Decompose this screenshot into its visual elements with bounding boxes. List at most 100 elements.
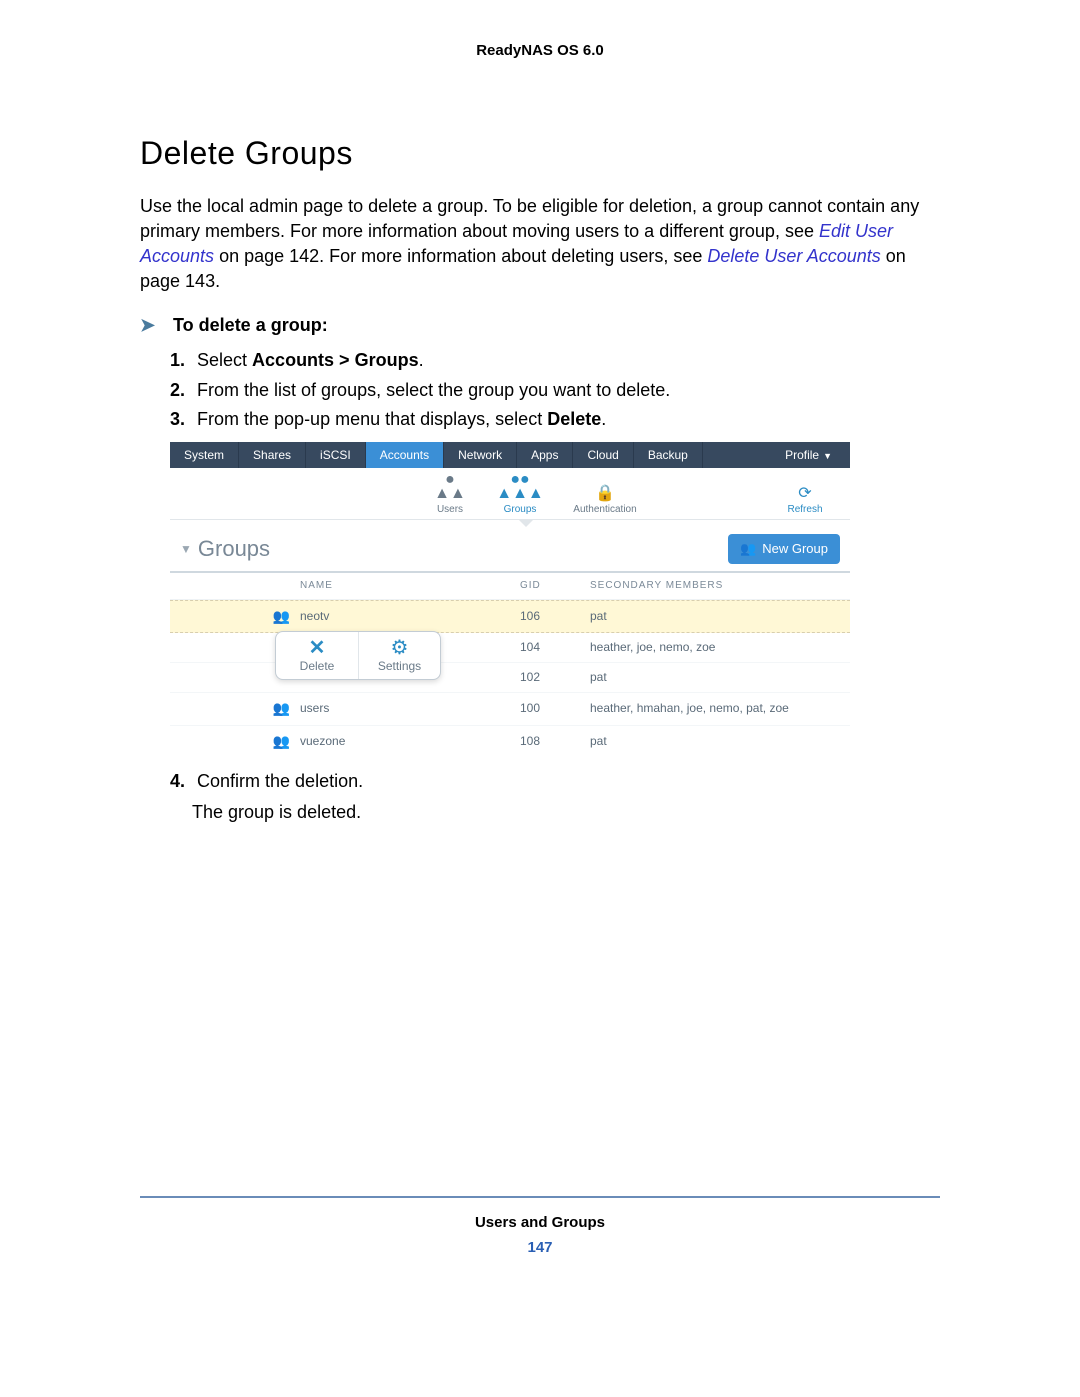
- refresh-icon: ⟳: [770, 487, 840, 501]
- tab-system[interactable]: System: [170, 442, 239, 468]
- col-blank: [180, 579, 300, 593]
- row-icon-cell: 👥: [180, 699, 300, 719]
- tab-profile-label: Profile: [785, 448, 819, 462]
- step-number: 4.: [170, 769, 192, 794]
- group-icon: 👥: [273, 733, 290, 749]
- tab-shares[interactable]: Shares: [239, 442, 306, 468]
- row-members: heather, joe, nemo, zoe: [590, 639, 840, 656]
- step-number: 3.: [170, 407, 192, 432]
- popup-delete[interactable]: ✕ Delete: [276, 632, 358, 679]
- intro-paragraph: Use the local admin page to delete a gro…: [140, 194, 940, 295]
- gear-icon: ⚙: [363, 638, 436, 658]
- procedure-heading: ➤ To delete a group:: [140, 313, 940, 339]
- col-members-header: SECONDARY MEMBERS: [590, 579, 840, 593]
- step-4-result: The group is deleted.: [192, 800, 940, 825]
- intro-text-2: on page 142. For more information about …: [219, 246, 707, 266]
- step-1-text-a: Select: [197, 350, 252, 370]
- popup-settings[interactable]: ⚙ Settings: [358, 632, 440, 679]
- step-2-text: From the list of groups, select the grou…: [197, 380, 670, 400]
- popup-settings-label: Settings: [378, 659, 421, 673]
- group-icon: 👥: [273, 700, 290, 716]
- footer-page-number: 147: [140, 1237, 940, 1258]
- table-row[interactable]: 104 heather, joe, nemo, zoe: [170, 633, 850, 663]
- link-delete-user-accounts[interactable]: Delete User Accounts: [707, 246, 880, 266]
- table-row[interactable]: 👥 vuezone 108 pat: [170, 726, 850, 758]
- admin-screenshot: System Shares iSCSI Accounts Network App…: [170, 442, 850, 757]
- page-footer: Users and Groups 147: [140, 1196, 940, 1258]
- step-3-text-a: From the pop-up menu that displays, sele…: [197, 409, 547, 429]
- active-tab-notch: [170, 520, 850, 528]
- step-number: 2.: [170, 378, 192, 403]
- toolbar-refresh-label: Refresh: [770, 503, 840, 517]
- toolbar-authentication[interactable]: 🔒 Authentication: [555, 487, 655, 517]
- groups-title: Groups: [198, 534, 270, 565]
- new-group-button[interactable]: 👥 New Group: [728, 534, 840, 564]
- row-members: pat: [590, 669, 840, 686]
- steps-list: 1. Select Accounts > Groups. 2. From the…: [140, 348, 940, 432]
- step-1-path: Accounts > Groups: [252, 350, 419, 370]
- step-4: 4. Confirm the deletion. The group is de…: [170, 769, 940, 825]
- collapse-caret-icon[interactable]: ▼: [180, 541, 192, 558]
- groups-icon: ●●▲▲▲: [485, 473, 555, 501]
- procedure-heading-text: To delete a group:: [173, 315, 328, 335]
- user-icon: ●▲▲: [415, 473, 485, 501]
- toolbar-refresh[interactable]: ⟳ Refresh: [770, 487, 840, 517]
- step-number: 1.: [170, 348, 192, 373]
- row-name: users: [300, 700, 520, 717]
- row-members: pat: [590, 608, 840, 625]
- tab-cloud[interactable]: Cloud: [573, 442, 633, 468]
- accounts-toolbar: ●▲▲ Users ●●▲▲▲ Groups 🔒 Authentication …: [170, 468, 850, 520]
- caret-down-icon: ▼: [823, 451, 832, 461]
- tab-apps[interactable]: Apps: [517, 442, 573, 468]
- row-gid: 108: [520, 733, 590, 750]
- toolbar-users[interactable]: ●▲▲ Users: [415, 473, 485, 517]
- row-members: heather, hmahan, joe, nemo, pat, zoe: [590, 700, 840, 717]
- row-icon-cell: 👥: [180, 732, 300, 752]
- popup-delete-label: Delete: [300, 659, 335, 673]
- row-gid: 104: [520, 639, 590, 656]
- row-gid: 102: [520, 669, 590, 686]
- groups-header-bar: ▼ Groups 👥 New Group: [170, 528, 850, 573]
- step-2: 2. From the list of groups, select the g…: [170, 378, 940, 403]
- top-navbar: System Shares iSCSI Accounts Network App…: [170, 442, 850, 468]
- lock-icon: 🔒: [555, 487, 655, 501]
- toolbar-groups[interactable]: ●●▲▲▲ Groups: [485, 473, 555, 517]
- context-popup: ✕ Delete ⚙ Settings: [275, 631, 441, 680]
- delete-x-icon: ✕: [280, 638, 354, 658]
- tab-accounts[interactable]: Accounts: [366, 442, 444, 468]
- group-icon: 👥: [273, 608, 290, 624]
- row-members: pat: [590, 733, 840, 750]
- tab-profile[interactable]: Profile ▼: [771, 442, 850, 468]
- section-title: Delete Groups: [140, 131, 940, 176]
- toolbar-users-label: Users: [415, 503, 485, 517]
- doc-header: ReadyNAS OS 6.0: [140, 40, 940, 61]
- navbar-spacer: [703, 442, 771, 468]
- table-row[interactable]: 102 pat: [170, 663, 850, 693]
- step-3-delete: Delete: [547, 409, 601, 429]
- row-name: neotv: [300, 608, 520, 625]
- table-row[interactable]: 👥 neotv 106 pat: [170, 600, 850, 634]
- tab-network[interactable]: Network: [444, 442, 517, 468]
- row-gid: 100: [520, 700, 590, 717]
- toolbar-groups-label: Groups: [485, 503, 555, 517]
- step-3: 3. From the pop-up menu that displays, s…: [170, 407, 940, 432]
- toolbar-auth-label: Authentication: [555, 503, 655, 517]
- step-1: 1. Select Accounts > Groups.: [170, 348, 940, 373]
- tab-iscsi[interactable]: iSCSI: [306, 442, 366, 468]
- arrow-icon: ➤: [140, 313, 168, 338]
- groups-table-header: NAME GID SECONDARY MEMBERS: [170, 573, 850, 600]
- table-row[interactable]: 👥 users 100 heather, hmahan, joe, nemo, …: [170, 693, 850, 726]
- steps-list-cont: 4. Confirm the deletion. The group is de…: [170, 769, 940, 825]
- row-name: vuezone: [300, 733, 520, 750]
- footer-chapter: Users and Groups: [140, 1212, 940, 1233]
- step-1-text-c: .: [419, 350, 424, 370]
- new-group-label: New Group: [762, 540, 828, 558]
- intro-text-1: Use the local admin page to delete a gro…: [140, 196, 919, 241]
- group-plus-icon: 👥: [740, 540, 756, 558]
- tab-backup[interactable]: Backup: [634, 442, 703, 468]
- step-3-text-c: .: [601, 409, 606, 429]
- col-gid-header: GID: [520, 579, 590, 593]
- row-icon-cell: 👥: [180, 607, 300, 627]
- step-4-text: Confirm the deletion.: [197, 771, 363, 791]
- row-gid: 106: [520, 608, 590, 625]
